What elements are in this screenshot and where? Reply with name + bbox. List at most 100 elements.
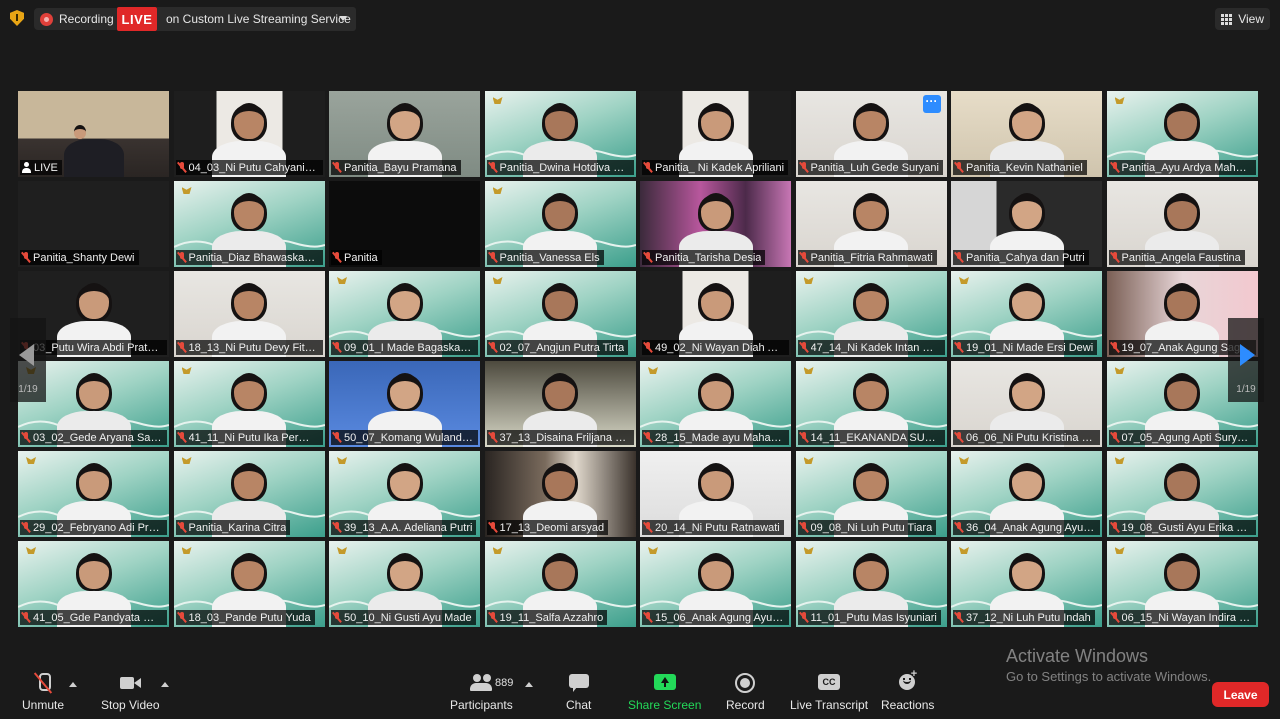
participant-name: 19_11_Salfa Azzahro [499,611,604,624]
recording-icon [40,12,53,26]
view-button[interactable]: View [1215,8,1270,30]
video-tile[interactable]: 09_08_Ni Luh Putu Tiara [795,451,947,537]
video-tile[interactable]: 02_07_Angjun Putra Tirta [484,271,636,357]
participant-avatar [234,553,264,589]
security-shield-icon[interactable] [10,10,24,26]
unmute-label: Unmute [22,698,65,712]
video-tile[interactable]: 29_02_Febryano Adi Pratama [18,451,169,537]
participant-avatar [389,103,420,139]
video-tile[interactable]: 19_01_Ni Made Ersi Dewi [951,271,1102,357]
video-tile[interactable]: Panitia_ Ni Kadek Apriliani [640,91,791,177]
video-options-chevron-icon[interactable] [161,682,169,687]
video-tile[interactable]: 20_14_Ni Putu Ratnawati [640,451,791,537]
microphone-muted-icon [644,432,652,443]
video-tile[interactable]: 41_05_Gde Pandyata Wirawan [18,541,169,627]
video-tile[interactable]: 49_02_Ni Wayan Diah Astuti [640,271,791,357]
live-badge[interactable]: LIVE [117,7,157,31]
participant-avatar [700,193,731,229]
microphone-muted-icon [489,342,497,353]
stream-service-dropdown[interactable]: on Custom Live Streaming Service [157,7,356,31]
microphone-muted-icon [800,522,808,533]
participant-name: 07_05_Agung Apti Suryani [1121,431,1252,444]
video-tile[interactable]: LIVE [18,91,169,177]
video-tile[interactable]: Panitia_Vanessa Els [484,181,636,267]
video-tile[interactable]: 04_03_Ni Putu Cahyani Puspita Dewi [173,91,325,177]
participant-avatar [234,193,264,229]
video-tile[interactable]: 41_11_Ni Putu Ika Permata [173,361,325,447]
video-tile[interactable]: 14_11_EKANANDA SUARDANA [795,361,947,447]
microphone-muted-icon [1111,522,1119,533]
next-page-button[interactable]: 1/19 [1228,318,1264,402]
video-tile[interactable]: Panitia_Tarisha Desia [640,181,791,267]
video-tile[interactable]: 36_04_Anak Agung Ayu Dewi [951,451,1102,537]
participants-options-chevron-icon[interactable] [525,682,533,687]
microphone-muted-icon [644,252,652,263]
stop-video-button[interactable]: Stop Video [101,672,160,712]
live-transcript-button[interactable]: Live Transcript [790,672,868,712]
participant-name: 29_02_Febryano Adi Pratama [33,521,163,534]
video-tile[interactable]: Panitia_Bayu Pramana [329,91,480,177]
video-tile[interactable]: Panitia_Shanty Dewi [18,181,169,267]
audio-options-chevron-icon[interactable] [69,682,77,687]
chat-button[interactable]: Chat [566,672,591,712]
participant-name-label: 29_02_Febryano Adi Pratama [20,520,167,535]
video-tile[interactable]: 19_08_Gusti Ayu Erika Putri [1106,451,1258,537]
video-tile[interactable]: 15_06_Anak Agung Ayu Sri [640,541,791,627]
video-tile[interactable]: Panitia_Cahya dan Putri [951,181,1102,267]
video-tile[interactable]: Panitia_Kevin Nathaniel [951,91,1102,177]
video-tile[interactable]: 28_15_Made ayu Maharani [640,361,791,447]
participant-avatar [545,283,575,319]
video-tile[interactable]: 18_13_Ni Putu Devy Fitriani [173,271,325,357]
video-tile[interactable]: Panitia_Diaz Bhawaskara Putra [173,181,325,267]
share-screen-button[interactable]: Share Screen [628,672,701,712]
video-tile[interactable]: 06_06_Ni Putu Kristina Dewi [951,361,1102,447]
participant-avatar [1011,283,1042,319]
video-tile[interactable]: 39_13_A.A. Adeliana Putri [329,451,480,537]
more-options-icon[interactable]: ··· [922,95,941,113]
video-tile[interactable]: Panitia_Dwina Hotdiva Sinaga [484,91,636,177]
video-tile[interactable]: 09_01_I Made Bagaskara Putra [329,271,480,357]
participant-avatar [1167,373,1197,409]
participant-avatar [78,283,109,319]
participant-name: 15_06_Anak Agung Ayu Sri [655,611,785,624]
video-tile[interactable]: Panitia_Karina Citra [173,451,325,537]
participant-avatar [545,103,575,139]
video-tile[interactable]: 17_13_Deomi arsyad [484,451,636,537]
video-tile[interactable]: 11_01_Putu Mas Isyuniari [795,541,947,627]
video-tile[interactable]: 50_10_Ni Gusti Ayu Made [329,541,480,627]
video-tile[interactable]: Panitia_Fitria Rahmawati [795,181,947,267]
record-button[interactable]: Record [726,672,765,712]
recording-indicator[interactable]: Recording [34,8,120,30]
video-tile[interactable]: 18_03_Pande Putu Yuda [173,541,325,627]
participant-name-label: Panitia_Luh Gede Suryani [797,160,943,175]
video-tile[interactable]: 19_11_Salfa Azzahro [484,541,636,627]
video-tile[interactable]: 47_14_Ni Kadek Intan Sari [795,271,947,357]
video-tile[interactable]: 06_15_Ni Wayan Indira Dewi [1106,541,1258,627]
leave-button[interactable]: Leave [1212,682,1269,707]
participant-avatar [234,103,264,139]
video-tile[interactable]: Panitia_Angela Faustina [1106,181,1258,267]
participant-avatar [78,553,109,589]
participant-name-label: 28_15_Made ayu Maharani [642,430,789,445]
video-tile[interactable]: Panitia [329,181,480,267]
record-icon [733,672,757,694]
video-tile[interactable]: ··· Panitia_Luh Gede Suryani [795,91,947,177]
participant-name: Panitia_Angela Faustina [1121,251,1241,264]
video-tile[interactable]: 37_13_Disaina Friljana Putri [484,361,636,447]
meeting-toolbar: Unmute Stop Video Participants Chat Shar… [0,664,1280,719]
participant-name-label: Panitia_ Ni Kadek Apriliani [642,160,789,175]
video-tile[interactable]: Panitia_Ayu Ardya Maharani [1106,91,1258,177]
reactions-button[interactable]: Reactions [881,668,934,712]
video-tile[interactable]: 37_12_Ni Luh Putu Indah [951,541,1102,627]
unmute-button[interactable]: Unmute [22,672,64,712]
previous-page-button[interactable]: 1/19 [10,318,46,402]
microphone-muted-icon [333,342,341,353]
participant-name: 02_07_Angjun Putra Tirta [499,341,625,354]
video-tile[interactable]: 50_07_Komang Wulandari [329,361,480,447]
microphone-muted-icon [489,252,497,263]
participant-name: 41_11_Ni Putu Ika Permata [188,431,319,444]
participant-avatar [1167,283,1197,319]
participant-name: Panitia_Kevin Nathaniel [966,161,1083,174]
microphone-muted-icon [22,522,30,533]
participant-name-label: 37_13_Disaina Friljana Putri [486,430,634,445]
